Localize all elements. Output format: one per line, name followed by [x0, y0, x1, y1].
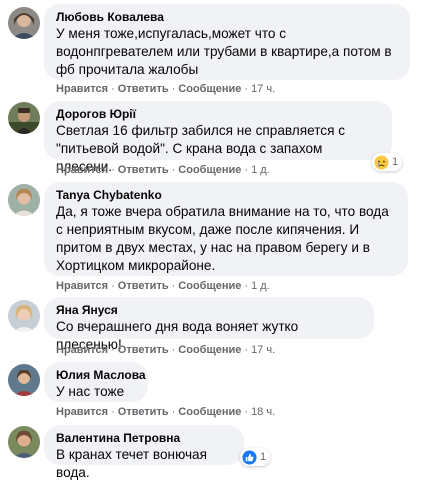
comment-bubble: Дорогов Юрiї Светлая 16 фильтр забился н…	[44, 101, 392, 174]
separator: ·	[171, 344, 176, 356]
comment-actions: Нравится · Ответить · Сообщение · 1 д.	[56, 280, 270, 293]
avatar[interactable]	[8, 7, 40, 39]
comment-author[interactable]: Яна Януся	[56, 303, 362, 318]
comment-time[interactable]: 1 д.	[251, 164, 270, 176]
like-button[interactable]: Нравится	[56, 280, 108, 292]
avatar[interactable]	[8, 184, 40, 216]
like-icon	[242, 449, 257, 465]
comment-text: У нас тоже	[56, 384, 125, 399]
avatar[interactable]	[8, 300, 40, 332]
separator: ·	[111, 406, 115, 418]
reaction-badge[interactable]: 1	[372, 153, 403, 171]
comment-author[interactable]: Tanya Chybatenko	[56, 188, 396, 203]
message-button[interactable]: Сообщение	[178, 83, 241, 95]
message-button[interactable]: Сообщение	[178, 344, 241, 356]
message-button[interactable]: Сообщение	[178, 406, 241, 418]
comment-bubble: Юлия Маслова У нас тоже	[44, 362, 148, 402]
separator: ·	[171, 280, 176, 292]
comment-bubble: Tanya Chybatenko Да, я тоже вчера обрати…	[44, 182, 408, 276]
like-button[interactable]: Нравится	[56, 344, 108, 356]
separator: ·	[171, 83, 176, 95]
separator: ·	[111, 164, 115, 176]
comment-text: Да, я тоже вчера обратила внимание на то…	[56, 204, 389, 273]
reply-button[interactable]: Ответить	[118, 83, 169, 95]
reaction-badge[interactable]: 1	[240, 448, 271, 466]
sad-face-icon	[374, 154, 389, 170]
comment-text: В кранах течет вонючая вода.	[56, 447, 207, 480]
comment-author[interactable]: Юлия Маслова	[56, 368, 146, 383]
comment-time[interactable]: 17 ч.	[251, 83, 275, 95]
message-button[interactable]: Сообщение	[178, 280, 241, 292]
separator: ·	[111, 83, 115, 95]
reply-button[interactable]: Ответить	[118, 406, 169, 418]
message-button[interactable]: Сообщение	[178, 164, 241, 176]
comment-time[interactable]: 1 д.	[251, 280, 270, 292]
comment-bubble: Яна Януся Со вчерашнего дня вода воняет …	[44, 297, 374, 352]
comment-time[interactable]: 18 ч.	[251, 406, 275, 418]
reply-button[interactable]: Ответить	[118, 280, 169, 292]
separator: ·	[244, 344, 249, 356]
reply-button[interactable]: Ответить	[118, 344, 169, 356]
like-button[interactable]: Нравится	[56, 164, 108, 176]
comment-author[interactable]: Любовь Ковалева	[56, 10, 398, 25]
separator: ·	[111, 280, 115, 292]
reply-button[interactable]: Ответить	[118, 164, 169, 176]
comment-author[interactable]: Дорогов Юрiї	[56, 107, 380, 122]
comment-bubble: Любовь Ковалева У меня тоже,испугалась,м…	[44, 4, 410, 80]
separator: ·	[244, 83, 249, 95]
avatar[interactable]	[8, 426, 40, 458]
comment-actions: Нравится · Ответить · Сообщение · 1 д.	[56, 164, 270, 177]
comment-bubble: Валентина Петровна В кранах течет вонюча…	[44, 425, 244, 480]
separator: ·	[111, 344, 115, 356]
comment-actions: Нравится · Ответить · Сообщение · 17 ч.	[56, 344, 275, 357]
comment-time[interactable]: 17 ч.	[251, 344, 275, 356]
like-button[interactable]: Нравится	[56, 83, 108, 95]
avatar[interactable]	[8, 102, 40, 134]
comment-actions: Нравится · Ответить · Сообщение · 17 ч.	[56, 83, 275, 96]
separator: ·	[244, 280, 249, 292]
separator: ·	[171, 406, 176, 418]
comment-actions: Нравится · Ответить · Сообщение · 18 ч.	[56, 406, 275, 419]
separator: ·	[244, 164, 249, 176]
separator: ·	[244, 406, 249, 418]
separator: ·	[171, 164, 176, 176]
reaction-count: 1	[260, 451, 267, 463]
comment-author[interactable]: Валентина Петровна	[56, 431, 232, 446]
avatar[interactable]	[8, 364, 40, 396]
like-button[interactable]: Нравится	[56, 406, 108, 418]
reaction-count: 1	[392, 156, 399, 168]
comment-text: У меня тоже,испугалась,может что с водон…	[56, 26, 392, 77]
